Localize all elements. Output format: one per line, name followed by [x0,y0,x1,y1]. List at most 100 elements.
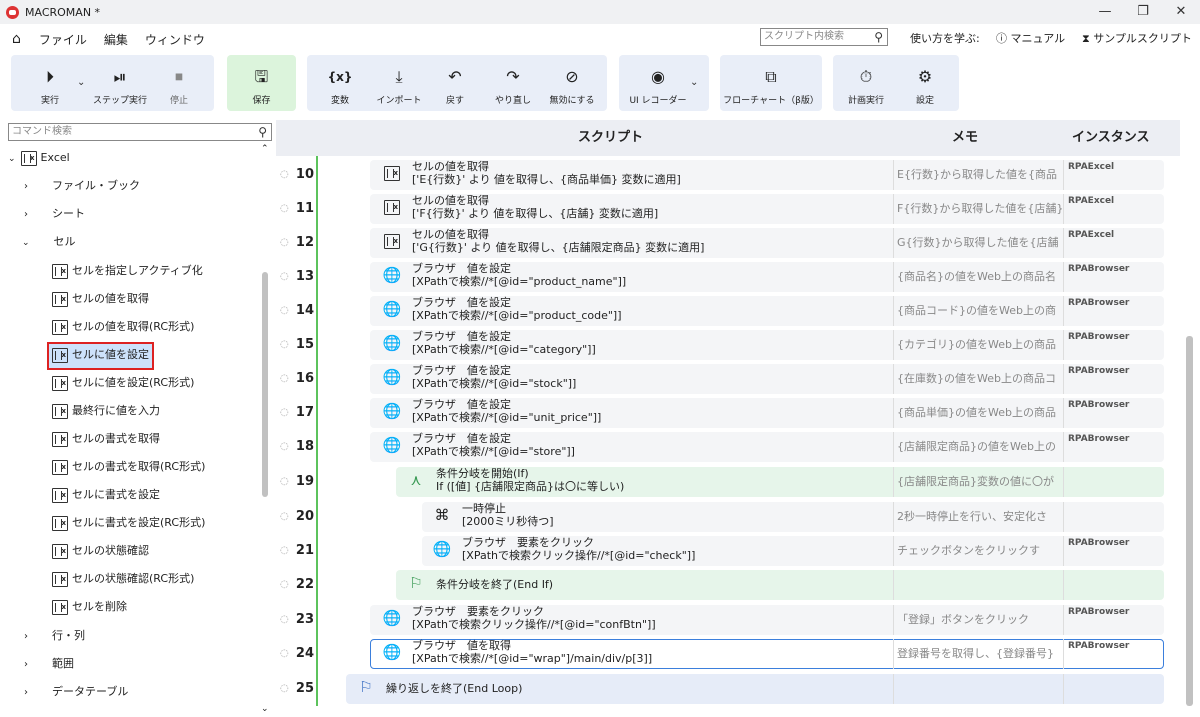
tree-group-cell[interactable]: ⌄ セル [22,231,76,253]
scrollbar-thumb[interactable] [1186,336,1193,706]
row-text: ブラウザ 要素をクリック [XPathで検索クリック操作//*[@id="conf… [412,605,656,631]
row-detail: [XPathで検索クリック操作//*[@id="confBtn"]] [412,618,656,631]
memo-cell[interactable]: {店舗限定商品}の値をWeb上の [893,432,1063,462]
variable-button[interactable]: {x} 変数 [315,55,365,111]
memo-cell[interactable]: E{行数}から取得した値を{商品 [893,160,1063,190]
tree-item[interactable]: x セルの書式を取得(RC形式) [52,456,205,478]
maximize-button[interactable]: ❐ [1124,0,1162,24]
tree-item[interactable]: x セルに値を設定(RC形式) [52,372,194,394]
tree-group-range[interactable]: › 範囲 [24,653,74,675]
script-row-24-selected[interactable]: 24 🌐 ブラウザ 値を取得[XPathで検索//*[@id="wrap"]/mai… [276,637,1186,671]
hourglass-icon: ⧗ [1082,32,1094,45]
chevron-right-icon: › [24,659,28,670]
script-row-16[interactable]: 16 🌐 ブラウザ 値を設定[XPathで検索//*[@id="stock"]] {在… [276,362,1186,396]
script-panel-scrollbar[interactable] [1182,156,1196,711]
tree-item[interactable]: x セルに書式を設定 [52,484,160,506]
memo-cell[interactable]: 2秒一時停止を行い、安定化さ [893,502,1063,532]
script-table-header: スクリプト メモ インスタンス [276,120,1180,156]
tree-group-file-book[interactable]: › ファイル・ブック [24,175,140,197]
settings-button[interactable]: ⚙ 設定 [897,55,953,111]
script-row-20[interactable]: 20 ⌘ 一時停止[2000ミリ秒待つ] 2秒一時停止を行い、安定化さ [276,500,1186,534]
memo-cell[interactable]: 登録番号を取得し、{登録番号} [893,639,1063,669]
row-title: セルの値を取得 [412,228,489,241]
manual-link[interactable]: ⓘ マニュアル [996,30,1065,46]
flowchart-button[interactable]: ⧉ フローチャート（β版） [720,55,822,111]
tree-group-datatable[interactable]: › データテーブル [24,681,128,703]
scroll-up-icon[interactable]: ⌃ [261,144,269,154]
tree-item[interactable]: x セルの値を取得 [52,288,149,310]
script-row-15[interactable]: 15 🌐 ブラウザ 値を設定[XPathで検索//*[@id="category"]… [276,328,1186,362]
disable-button[interactable]: ⊘ 無効にする [543,55,601,111]
tree-item[interactable]: x セルの書式を取得 [52,428,160,450]
tree-item[interactable]: x セルの状態確認(RC形式) [52,568,194,590]
memo-cell[interactable] [893,674,1063,704]
search-icon[interactable]: ⚲ [874,29,883,45]
step-run-button[interactable]: ⏯ ステップ実行 [85,55,155,111]
script-row-11[interactable]: 11 x セルの値を取得['F{行数}' より 値を取得し、{店舗} 変数に適用] F… [276,192,1186,226]
command-search-input[interactable]: コマンド検索 ⚲ [8,123,272,141]
memo-cell[interactable]: {商品単価}の値をWeb上の商品 [893,398,1063,428]
script-row-13[interactable]: 13 🌐 ブラウザ 値を設定[XPathで検索//*[@id="product_na… [276,260,1186,294]
scrollbar-thumb[interactable] [262,272,268,497]
sample-script-link[interactable]: ⧗ サンプルスクリプト [1082,30,1192,46]
undo-button[interactable]: ↶ 戻す [431,55,479,111]
script-row-19[interactable]: 19 ⋏ 条件分岐を開始(If)If ([値] {店舗限定商品}は〇に等しい) {店舗… [276,465,1186,499]
tree-item[interactable]: x セルに書式を設定(RC形式) [52,512,205,534]
scroll-down-icon[interactable]: ⌄ [261,704,269,714]
instance-cell: RPABrowser [1063,262,1163,292]
menu-edit[interactable]: 編集 [104,31,128,48]
stop-button[interactable]: ⏹ 停止 [151,55,207,111]
row-detail: ['F{行数}' より 値を取得し、{店舗} 変数に適用] [412,207,659,220]
script-search-input[interactable]: スクリプト内検索 ⚲ [760,28,888,46]
ui-recorder-button[interactable]: ◉ UI レコーダー [625,55,691,111]
run-button[interactable]: ⏵ 実行 [19,55,81,111]
search-icon[interactable]: ⚲ [258,124,267,140]
script-row-25[interactable]: 25 ⚐ 繰り返しを終了(End Loop) [276,672,1186,706]
memo-cell[interactable]: 「登録」ボタンをクリック [893,605,1063,635]
memo-cell[interactable]: {カテゴリ}の値をWeb上の商品 [893,330,1063,360]
memo-cell[interactable]: {商品コード}の値をWeb上の商 [893,296,1063,326]
memo-cell[interactable]: G{行数}から取得した値を{店舗 [893,228,1063,258]
menu-window[interactable]: ウィンドウ [145,31,205,48]
tree-item[interactable]: x セルの値を取得(RC形式) [52,316,194,338]
script-row-10[interactable]: 10 x セルの値を取得['E{行数}' より 値を取得し、{商品単価} 変数に適用… [276,158,1186,192]
memo-cell[interactable]: チェックボタンをクリックす [893,536,1063,566]
chevron-down-icon: ⌄ [8,154,16,164]
redo-button[interactable]: ↷ やり直し [485,55,541,111]
memo-cell[interactable]: {在庫数}の値をWeb上の商品コ [893,364,1063,394]
tree-item-label: セルに値を設定 [72,348,149,361]
app-logo-icon [6,5,19,19]
memo-cell[interactable] [893,570,1063,600]
menu-file[interactable]: ファイル [39,31,87,48]
minimize-button[interactable]: — [1086,0,1124,24]
recorder-dropdown-icon[interactable]: ⌄ [690,77,698,88]
import-button[interactable]: ⤓ インポート [371,55,427,111]
script-row-17[interactable]: 17 🌐 ブラウザ 値を設定[XPathで検索//*[@id="unit_price… [276,396,1186,430]
help-icon: ⓘ [996,32,1011,45]
save-button[interactable]: 🖫 保存 [227,55,296,111]
memo-cell[interactable]: {店舗限定商品}変数の値に〇が [893,467,1063,497]
tree-root-excel[interactable]: ⌄ x Excel [8,147,70,169]
close-button[interactable]: ✕ [1162,0,1200,24]
script-row-22[interactable]: 22 ⚐ 条件分岐を終了(End If) [276,568,1186,602]
tree-item-selected[interactable]: x セルに値を設定 [47,342,154,370]
script-row-23[interactable]: 23 🌐 ブラウザ 要素をクリック[XPathで検索クリック操作//*[@id="c… [276,603,1186,637]
script-row-21[interactable]: 21 🌐 ブラウザ 要素をクリック[XPathで検索クリック操作//*[@id="c… [276,534,1186,568]
home-icon[interactable]: ⌂ [12,31,21,47]
tree-group-label: シート [52,207,85,220]
tree-group-sheet[interactable]: › シート [24,203,85,225]
memo-cell[interactable]: {商品名}の値をWeb上の商品名 [893,262,1063,292]
memo-cell[interactable]: F{行数}から取得した値を{店舗} [893,194,1063,224]
tree-item[interactable]: x セルを指定しアクティブ化 [52,260,203,282]
tree-group-row-col[interactable]: › 行・列 [24,625,85,647]
tree-item[interactable]: x セルの状態確認 [52,540,149,562]
command-panel-scrollbar[interactable]: ⌃ ⌄ [259,144,271,716]
line-number: 14 [280,294,314,328]
script-row-12[interactable]: 12 x セルの値を取得['G{行数}' より 値を取得し、{店舗限定商品} 変数に… [276,226,1186,260]
script-row-18[interactable]: 18 🌐 ブラウザ 値を設定[XPathで検索//*[@id="store"]] {店… [276,430,1186,464]
schedule-button[interactable]: ⏱ 計画実行 [837,55,895,111]
tree-item[interactable]: x セルを削除 [52,596,127,618]
tree-item[interactable]: x 最終行に値を入力 [52,400,160,422]
header-script: スクリプト [578,130,644,145]
script-row-14[interactable]: 14 🌐 ブラウザ 値を設定[XPathで検索//*[@id="product_co… [276,294,1186,328]
